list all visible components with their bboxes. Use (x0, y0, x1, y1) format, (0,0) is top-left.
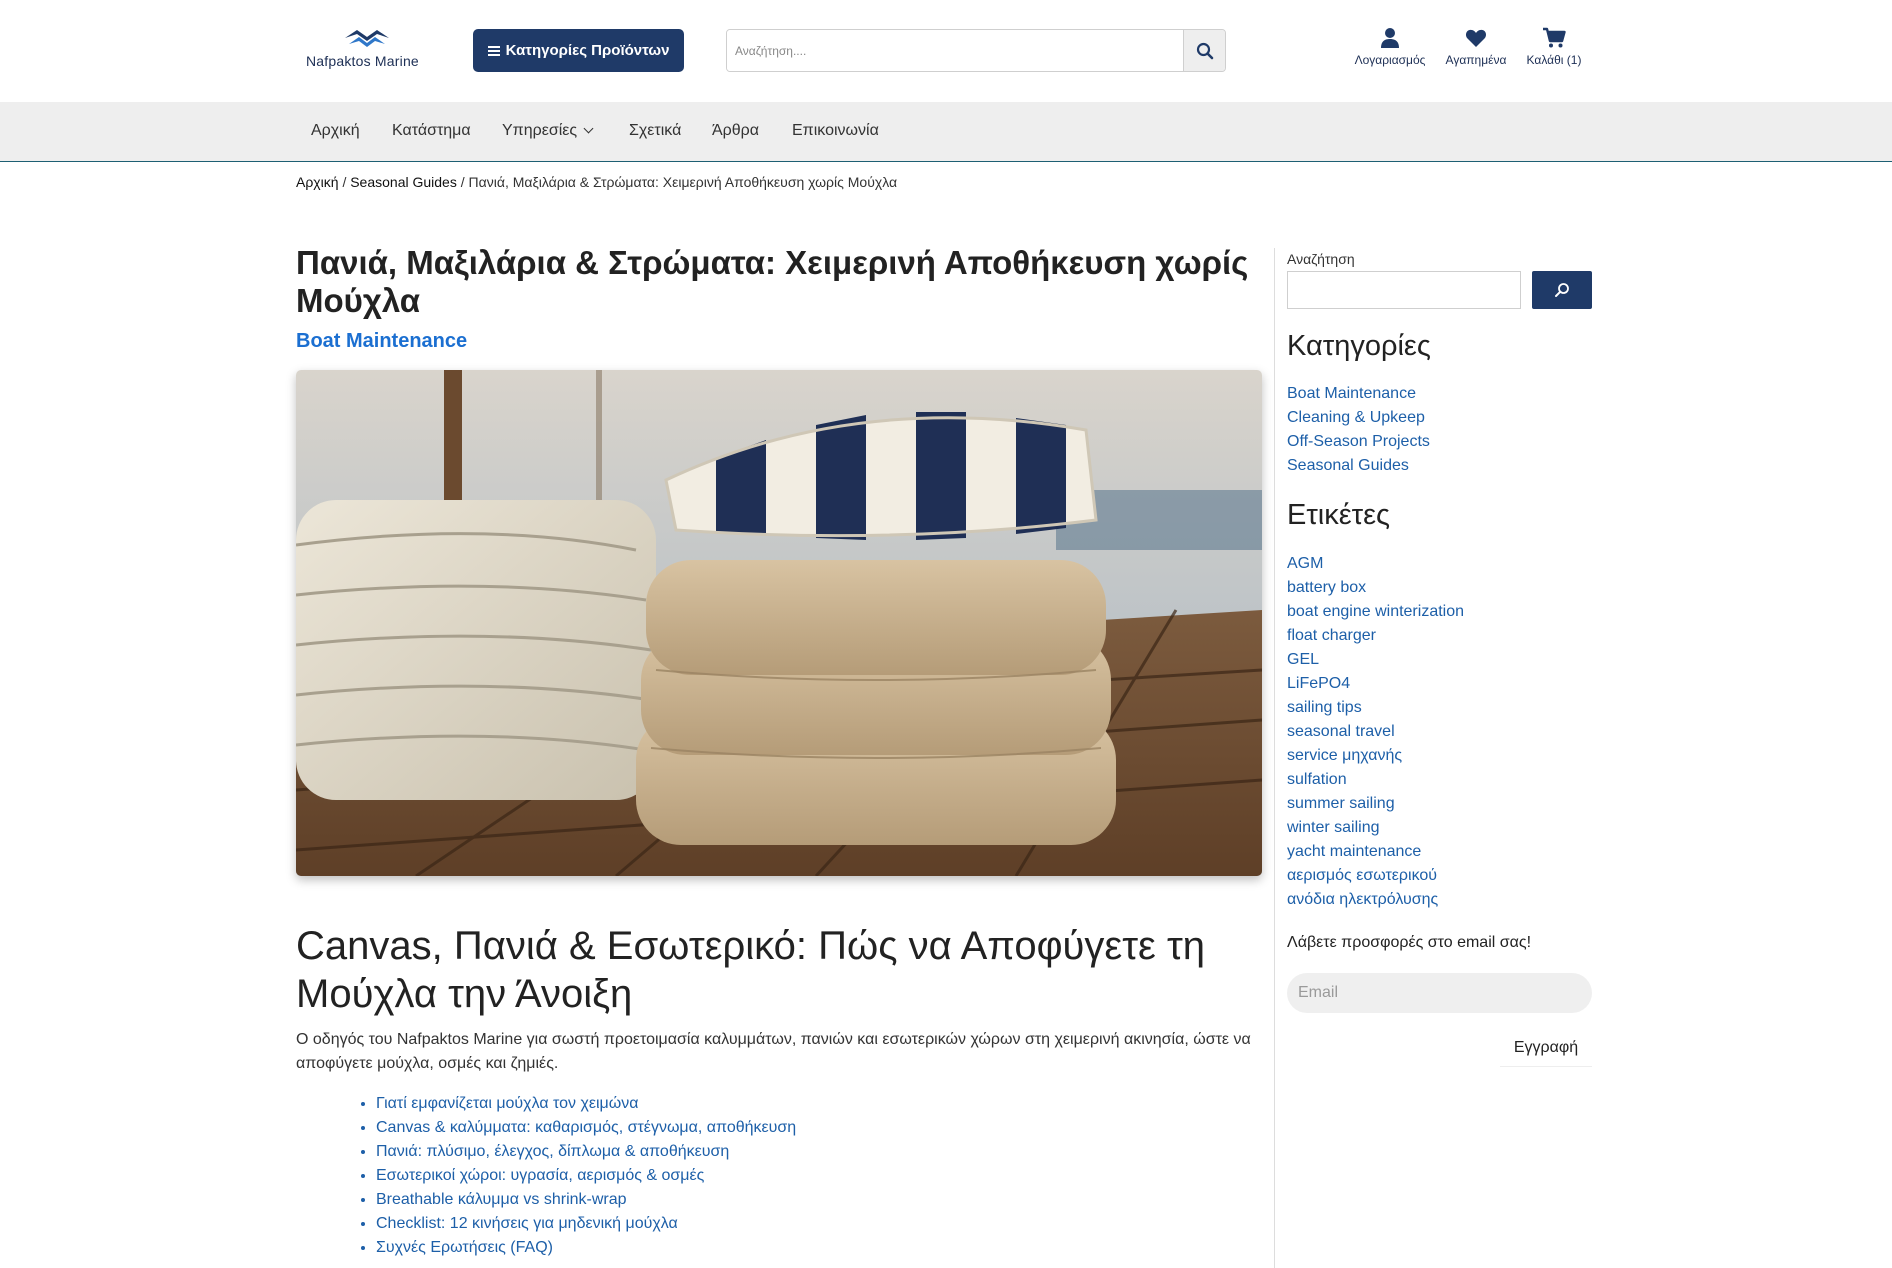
tag-link[interactable]: sulfation (1287, 768, 1464, 792)
product-categories-button[interactable]: Κατηγορίες Προϊόντων (473, 29, 684, 72)
article-intro: Ο οδηγός του Nafpaktos Marine για σωστή … (296, 1031, 1251, 1072)
nav-item-services-label: Υπηρεσίες (502, 122, 578, 139)
tag-link[interactable]: float charger (1287, 624, 1464, 648)
tag-link[interactable]: sailing tips (1287, 696, 1464, 720)
nav-item-articles[interactable]: Άρθρα (712, 122, 759, 140)
heart-icon (1465, 29, 1487, 47)
tag-link[interactable]: LiFePO4 (1287, 672, 1464, 696)
nav-item-home[interactable]: Αρχική (311, 122, 360, 140)
sidebar-categories-heading: Κατηγορίες (1287, 330, 1431, 362)
tag-link[interactable]: GEL (1287, 648, 1464, 672)
header-search (726, 29, 1226, 72)
category-link[interactable]: Off-Season Projects (1287, 430, 1430, 454)
logo-waves-icon (345, 30, 389, 47)
tag-link[interactable]: battery box (1287, 576, 1464, 600)
subscribe-button[interactable]: Εγγραφή (1500, 1030, 1592, 1067)
toc-item-link[interactable]: Εσωτερικοί χώροι: υγρασία, αερισμός & οσ… (376, 1167, 704, 1184)
sidebar-search-button[interactable] (1532, 271, 1592, 309)
nav-item-about[interactable]: Σχετικά (629, 122, 681, 140)
search-icon (1555, 283, 1569, 297)
tag-link[interactable]: boat engine winterization (1287, 600, 1464, 624)
favorites-link[interactable]: Αγαπημένα (1440, 27, 1512, 67)
breadcrumb: Αρχική / Seasonal Guides / Πανιά, Μαξιλά… (296, 174, 897, 190)
toc-item-link[interactable]: Γιατί εμφανίζεται μούχλα τον χειμώνα (376, 1095, 639, 1112)
toc-item-link[interactable]: Breathable κάλυμμα vs shrink-wrap (376, 1191, 627, 1208)
user-icon (1381, 28, 1399, 48)
breadcrumb-section[interactable]: Seasonal Guides (350, 174, 457, 190)
toc-item-link[interactable]: Canvas & καλύμματα: καθαρισμός, στέγνωμα… (376, 1119, 796, 1136)
newsletter-label: Λάβετε προσφορές στο email σας! (1287, 934, 1532, 951)
tag-link[interactable]: service μηχανής (1287, 744, 1464, 768)
sidebar-tags-heading: Ετικέτες (1287, 499, 1391, 531)
tag-link[interactable]: αερισμός εσωτερικού (1287, 864, 1464, 888)
main-nav: Αρχική Κατάστημα Υπηρεσίες Σχετικά Άρθρα… (0, 102, 1892, 162)
nav-item-contact[interactable]: Επικοινωνία (792, 122, 879, 140)
tag-link[interactable]: ανόδια ηλεκτρόλυσης (1287, 888, 1464, 912)
menu-icon (487, 44, 500, 58)
breadcrumb-current: Πανιά, Μαξιλάρια & Στρώματα: Χειμερινή Α… (468, 174, 898, 190)
nav-item-services[interactable]: Υπηρεσίες (502, 122, 594, 140)
newsletter-email-input[interactable] (1287, 973, 1592, 1013)
site-logo[interactable]: Nafpaktos Marine (304, 28, 428, 74)
cart-icon (1543, 27, 1566, 48)
search-icon (1196, 42, 1213, 59)
toc-item[interactable]: Εσωτερικοί χώροι: υγρασία, αερισμός & οσ… (376, 1164, 1076, 1188)
toc-item-link[interactable]: Checklist: 12 κινήσεις για μηδενική μούχ… (376, 1215, 678, 1232)
tag-link[interactable]: yacht maintenance (1287, 840, 1464, 864)
article-heading: Canvas, Πανιά & Εσωτερικό: Πώς να Αποφύγ… (296, 924, 1206, 1016)
toc-item[interactable]: Canvas & καλύμματα: καθαρισμός, στέγνωμα… (376, 1116, 1076, 1140)
cart-label: Καλάθι (1) (1526, 53, 1582, 67)
product-categories-label: Κατηγορίες Προϊόντων (505, 42, 670, 59)
chevron-down-icon (583, 123, 594, 134)
post-title: Πανιά, Μαξιλάρια & Στρώματα: Χειμερινή Α… (296, 244, 1249, 319)
toc-item[interactable]: Breathable κάλυμμα vs shrink-wrap (376, 1188, 1076, 1212)
category-link[interactable]: Boat Maintenance (1287, 382, 1430, 406)
toc-item[interactable]: Γιατί εμφανίζεται μούχλα τον χειμώνα (376, 1092, 1076, 1116)
sidebar-search-label: Αναζήτηση (1287, 251, 1355, 267)
header-search-button[interactable] (1183, 30, 1225, 71)
cushions-on-deck-image (296, 370, 1262, 876)
sidebar-search-input[interactable] (1287, 271, 1521, 309)
account-label: Λογαριασμός (1354, 53, 1426, 67)
sidebar-divider (1274, 248, 1275, 1268)
tag-link[interactable]: summer sailing (1287, 792, 1464, 816)
tag-link[interactable]: seasonal travel (1287, 720, 1464, 744)
table-of-contents: Γιατί εμφανίζεται μούχλα τον χειμώνα Can… (344, 1092, 1076, 1260)
sidebar-categories-list: Boat Maintenance Cleaning & Upkeep Off-S… (1287, 382, 1430, 478)
nav-item-shop[interactable]: Κατάστημα (392, 122, 471, 140)
category-link[interactable]: Seasonal Guides (1287, 454, 1430, 478)
toc-item[interactable]: Checklist: 12 κινήσεις για μηδενική μούχ… (376, 1212, 1076, 1236)
cart-link[interactable]: Καλάθι (1) (1520, 27, 1588, 67)
toc-item-link[interactable]: Συχνές Ερωτήσεις (FAQ) (376, 1239, 553, 1256)
breadcrumb-separator: / (460, 174, 469, 190)
favorites-label: Αγαπημένα (1445, 53, 1507, 67)
toc-item[interactable]: Συχνές Ερωτήσεις (FAQ) (376, 1236, 1076, 1260)
toc-item[interactable]: Πανιά: πλύσιμο, έλεγχος, δίπλωμα & αποθή… (376, 1140, 1076, 1164)
site-header: Nafpaktos Marine Κατηγορίες Προϊόντων Λο… (0, 0, 1892, 102)
tag-link[interactable]: AGM (1287, 552, 1464, 576)
post-category-link[interactable]: Boat Maintenance (296, 330, 467, 353)
logo-text: Nafpaktos Marine (306, 53, 419, 69)
hero-image (296, 370, 1262, 876)
toc-item-link[interactable]: Πανιά: πλύσιμο, έλεγχος, δίπλωμα & αποθή… (376, 1143, 729, 1160)
tag-link[interactable]: winter sailing (1287, 816, 1464, 840)
breadcrumb-home[interactable]: Αρχική (296, 174, 339, 190)
header-search-input[interactable] (727, 30, 1185, 71)
sidebar-tags-list: AGM battery box boat engine winterizatio… (1287, 552, 1464, 912)
category-link[interactable]: Cleaning & Upkeep (1287, 406, 1430, 430)
account-link[interactable]: Λογαριασμός (1352, 27, 1428, 67)
